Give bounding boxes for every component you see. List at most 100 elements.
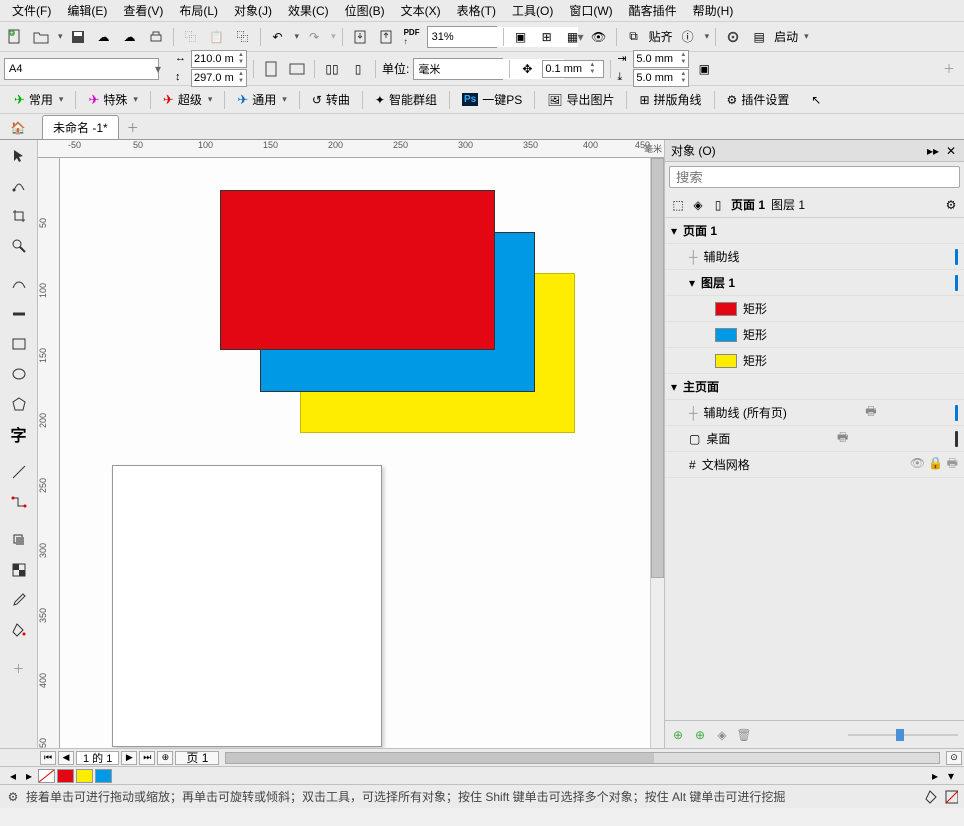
new-master-layer-icon[interactable]: ⊕: [693, 728, 707, 742]
export-icon[interactable]: [375, 26, 397, 48]
page-height[interactable]: ▲▼: [191, 69, 247, 87]
tree-rect-blue[interactable]: 矩形: [665, 322, 964, 348]
panel-menu-icon[interactable]: ▸▸: [926, 144, 940, 158]
layers-icon[interactable]: ◈: [691, 198, 705, 212]
units-combo[interactable]: ▾: [413, 58, 503, 80]
page-count[interactable]: 1 的 1: [76, 751, 119, 765]
crumb-layer[interactable]: 图层 1: [771, 196, 805, 213]
page-nav-icon[interactable]: ⬚: [671, 198, 685, 212]
tree-master[interactable]: ▾主页面: [665, 374, 964, 400]
tree-grid[interactable]: #文档网格👁 🔒 🖶: [665, 452, 964, 478]
dropshadow-tool-icon[interactable]: [5, 526, 33, 554]
page-tab-1[interactable]: 页 1: [175, 751, 219, 765]
snap-icon[interactable]: ⧉: [623, 26, 645, 48]
tree-guides[interactable]: ┼辅助线: [665, 244, 964, 270]
palette-menu-icon[interactable]: ▾: [944, 769, 958, 783]
layer-options-icon[interactable]: ◈: [715, 728, 729, 742]
transparency-tool-icon[interactable]: [5, 556, 33, 584]
settings-icon[interactable]: [722, 26, 744, 48]
menu-bitmap[interactable]: 位图(B): [337, 0, 393, 21]
current-page-icon[interactable]: ▯: [347, 58, 369, 80]
opacity-slider[interactable]: [848, 729, 958, 741]
new-doc-icon[interactable]: +: [4, 26, 26, 48]
navigator-icon[interactable]: ⊙: [946, 751, 962, 765]
next-page-icon[interactable]: ▶: [121, 751, 137, 765]
swatch-blue[interactable]: [95, 769, 112, 783]
ribbon-exportimg[interactable]: 🖼导出图片: [541, 89, 620, 110]
undo-icon[interactable]: ↶: [267, 26, 289, 48]
ribbon-super[interactable]: ✈超级▾: [157, 89, 218, 110]
menu-view[interactable]: 查看(V): [115, 0, 171, 21]
ribbon-special[interactable]: ✈特殊▾: [82, 89, 143, 110]
dup-x[interactable]: ▲▼: [633, 50, 689, 68]
red-rectangle[interactable]: [220, 190, 495, 350]
home-icon[interactable]: 🏠: [7, 117, 29, 139]
menu-layout[interactable]: 布局(L): [171, 0, 226, 21]
fill-indicator-icon[interactable]: [924, 790, 938, 804]
tree-layer1[interactable]: ▾图层 1: [665, 270, 964, 296]
portrait-icon[interactable]: [260, 58, 282, 80]
add-tool-icon[interactable]: ＋: [5, 654, 33, 682]
panel-titlebar[interactable]: 对象 (O) ▸▸ ✕: [665, 140, 964, 162]
menu-text[interactable]: 文本(X): [393, 0, 449, 21]
cursor-icon[interactable]: ↖: [805, 89, 827, 111]
doc-tab-1[interactable]: 未命名 -1*: [42, 115, 119, 139]
page-frame-icon[interactable]: ▣: [693, 58, 715, 80]
menu-effects[interactable]: 效果(C): [280, 0, 337, 21]
add-tab-icon[interactable]: ＋: [119, 116, 147, 139]
palette-scroll-right-icon[interactable]: ▸: [22, 769, 36, 783]
vertical-scrollbar[interactable]: [650, 158, 664, 748]
rectangle-tool-icon[interactable]: [5, 330, 33, 358]
rulers-icon[interactable]: ⊞: [536, 26, 558, 48]
nudge-distance[interactable]: ▲▼: [542, 60, 604, 78]
copy-icon[interactable]: ⿻: [180, 26, 202, 48]
tree-page1[interactable]: ▾页面 1: [665, 218, 964, 244]
menu-table[interactable]: 表格(T): [449, 0, 504, 21]
menu-tools[interactable]: 工具(O): [504, 0, 561, 21]
menu-help[interactable]: 帮助(H): [685, 0, 742, 21]
cloud-up-icon[interactable]: ☁: [93, 26, 115, 48]
save-icon[interactable]: [67, 26, 89, 48]
snap-label[interactable]: 贴齐: [649, 28, 673, 45]
horizontal-scrollbar[interactable]: [225, 752, 940, 764]
freehand-tool-icon[interactable]: [5, 270, 33, 298]
tree-rect-yellow[interactable]: 矩形: [665, 348, 964, 374]
eyedropper-tool-icon[interactable]: [5, 586, 33, 614]
delete-layer-icon[interactable]: 🗑: [737, 728, 751, 742]
search-input[interactable]: [669, 166, 960, 188]
page-width[interactable]: ▲▼: [191, 50, 247, 68]
clipboard-icon[interactable]: ⿻: [232, 26, 254, 48]
text-tool-icon[interactable]: 字: [5, 420, 33, 448]
fill-tool-icon[interactable]: [5, 616, 33, 644]
import-icon[interactable]: [349, 26, 371, 48]
menu-plugins[interactable]: 酷客插件: [621, 0, 685, 21]
menu-file[interactable]: 文件(F): [4, 0, 59, 21]
crop-tool-icon[interactable]: [5, 202, 33, 230]
guides-toggle-icon[interactable]: 👁: [588, 26, 610, 48]
canvas[interactable]: [60, 158, 664, 748]
dup-y[interactable]: ▲▼: [633, 69, 689, 87]
ellipse-tool-icon[interactable]: [5, 360, 33, 388]
first-page-icon[interactable]: ⏮: [40, 751, 56, 765]
print-icon[interactable]: [145, 26, 167, 48]
ribbon-oneclickps[interactable]: Ps一键PS: [456, 89, 528, 110]
zoom-combo[interactable]: ▾: [427, 26, 497, 48]
add-page-icon[interactable]: ⊕: [157, 751, 173, 765]
status-gear-icon[interactable]: ⚙: [6, 790, 20, 804]
panel-close-icon[interactable]: ✕: [944, 144, 958, 158]
parallel-dim-icon[interactable]: [5, 458, 33, 486]
prev-page-icon[interactable]: ◀: [58, 751, 74, 765]
landscape-icon[interactable]: [286, 58, 308, 80]
menu-window[interactable]: 窗口(W): [561, 0, 620, 21]
fullscreen-icon[interactable]: ▣: [510, 26, 532, 48]
print-icon[interactable]: [955, 249, 958, 265]
tree-guides-all[interactable]: ┼辅助线 (所有页)🖶: [665, 400, 964, 426]
grid-icon[interactable]: ▦: [562, 26, 584, 48]
info-icon[interactable]: ⓘ: [677, 26, 699, 48]
ribbon-pluginsettings[interactable]: ⚙插件设置: [721, 89, 796, 110]
shape-tool-icon[interactable]: [5, 172, 33, 200]
page-preset-combo[interactable]: ▾: [4, 58, 159, 80]
pick-tool-icon[interactable]: [5, 142, 33, 170]
swatch-red[interactable]: [57, 769, 74, 783]
ribbon-general[interactable]: ✈通用▾: [231, 89, 292, 110]
